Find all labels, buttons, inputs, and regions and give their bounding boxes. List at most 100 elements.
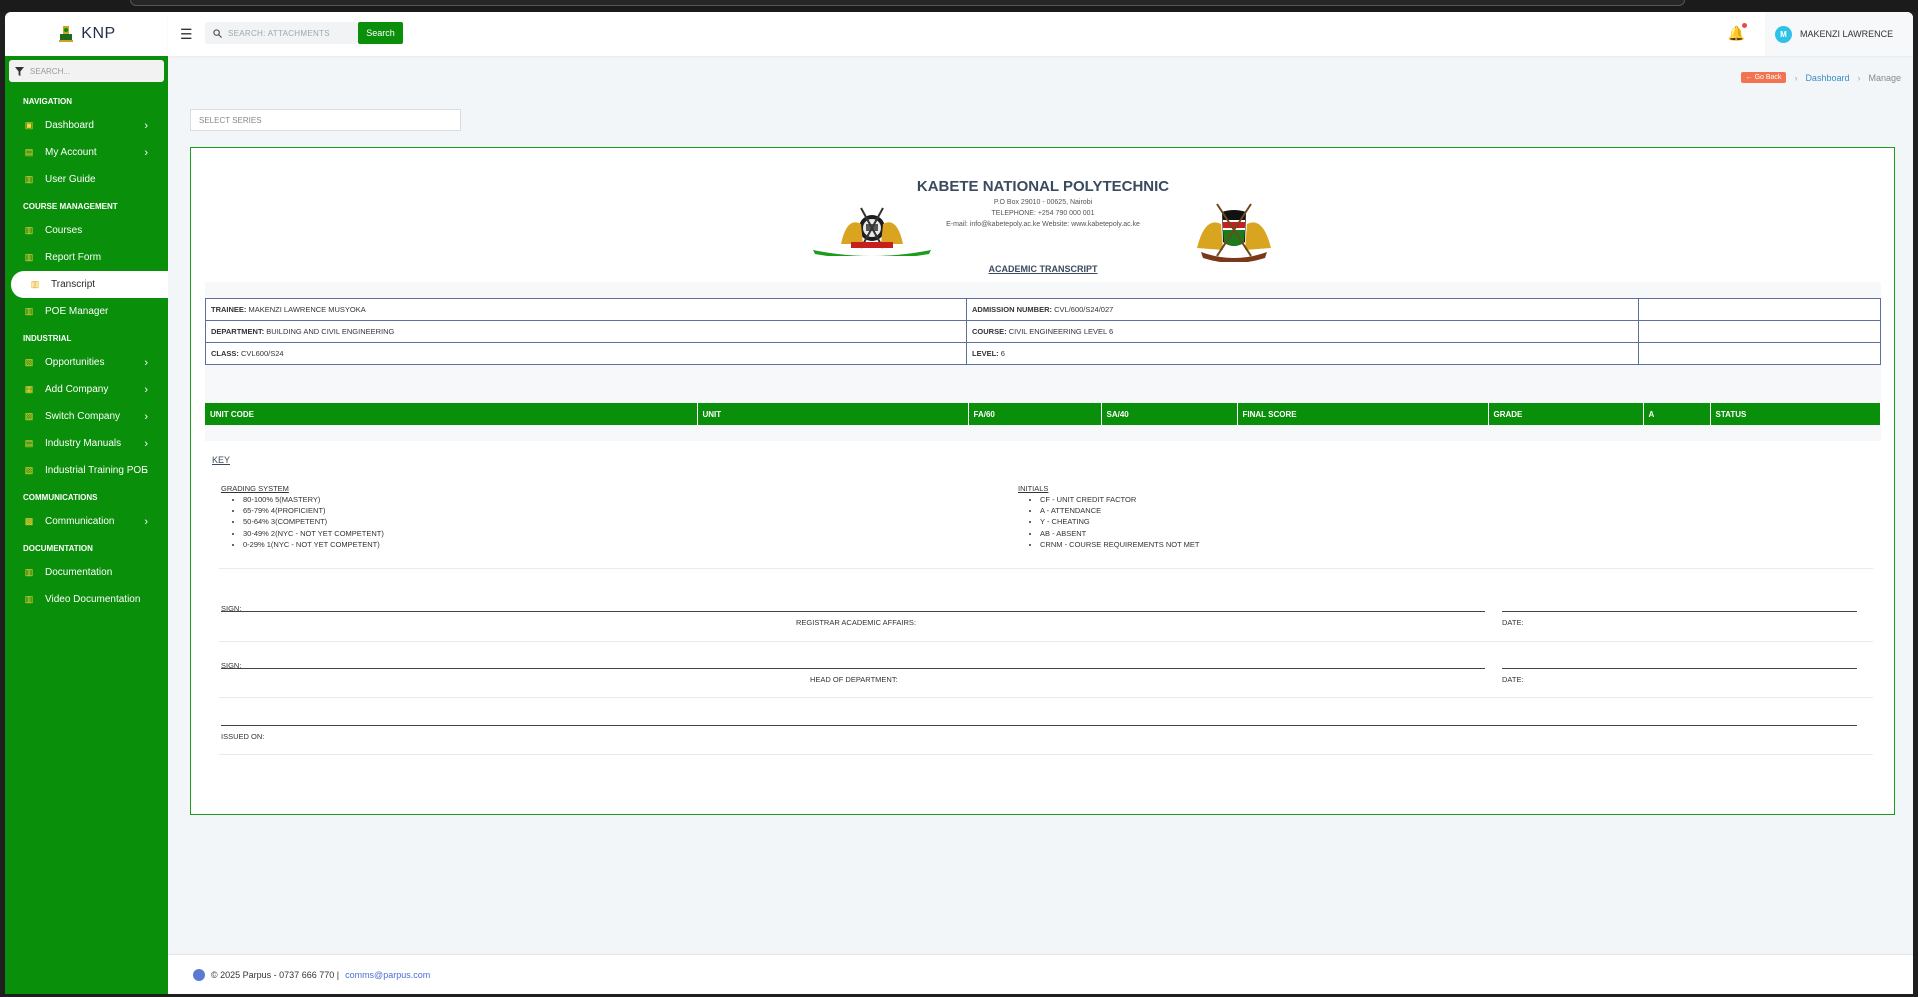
book-icon: ▤ — [24, 438, 34, 448]
edit-icon: ▧ — [24, 357, 34, 367]
header-search-input[interactable]: SEARCH: ATTACHMENTS — [205, 22, 358, 44]
table-row: CLASS: CVL600/S24 LEVEL: 6 — [205, 342, 1881, 365]
header-search-placeholder: SEARCH: ATTACHMENTS — [228, 28, 330, 38]
sidebar-item-video-documentation[interactable]: ▥ Video Documentation — [5, 586, 168, 613]
footer-email-link[interactable]: comms@parpus.com — [345, 970, 430, 980]
sidebar-section-title: COURSE MANAGEMENT — [23, 202, 118, 211]
issued-on-label: ISSUED ON: — [221, 732, 265, 741]
list-item: 65-79% 4(PROFICIENT) — [243, 505, 384, 516]
chevron-right-icon: › — [144, 119, 148, 132]
sidebar-item-dashboard[interactable]: ▣ Dashboard › — [5, 112, 168, 139]
hod-date-line — [1502, 668, 1857, 669]
empty-cell — [1638, 320, 1881, 343]
sidebar-item-label: Transcript — [51, 279, 96, 290]
knp-logo-icon — [59, 26, 74, 42]
units-table: UNIT CODE UNIT FA/60 SA/40 FINAL SCORE GRADE A… — [205, 403, 1881, 425]
empty-cell — [1638, 298, 1881, 321]
sidebar-item-my-account[interactable]: ▤ My Account › — [5, 139, 168, 166]
clipboard-icon: ▥ — [30, 279, 40, 289]
polytechnic-emblem-icon — [813, 207, 931, 256]
sidebar-item-label: Documentation — [45, 567, 113, 578]
footer: © 2025 Parpus - 0737 666 770 | comms@par… — [168, 954, 1913, 994]
sidebar-item-poe-manager[interactable]: ▥ POE Manager — [5, 298, 168, 325]
notification-bell-icon[interactable]: 🔔 — [1728, 23, 1747, 42]
search-button[interactable]: Search — [358, 22, 403, 44]
list-item: 80-100% 5(MASTERY) — [243, 494, 384, 505]
sidebar-search-input[interactable]: SEARCH... — [9, 60, 164, 82]
registrar-date-line — [1502, 611, 1857, 612]
chevron-right-icon: › — [144, 515, 148, 528]
initials-title: INITIALS — [1018, 484, 1049, 493]
clipboard-icon: ▥ — [24, 594, 34, 604]
sidebar-item-label: My Account — [45, 147, 97, 158]
message-icon: ▩ — [24, 516, 34, 526]
sidebar-item-switch-company[interactable]: ▨ Switch Company › — [5, 403, 168, 430]
building-icon: ▦ — [24, 384, 34, 394]
divider — [219, 641, 1873, 642]
breadcrumb-separator: › — [1857, 72, 1861, 83]
sidebar-item-label: Add Company — [45, 384, 109, 395]
sidebar: KNP SEARCH... NAVIGATION ▣ Dashboard › ▤ My A… — [5, 12, 168, 994]
sidebar-item-report-form[interactable]: ▥ Report Form — [5, 244, 168, 271]
breadcrumb-dashboard-link[interactable]: Dashboard — [1805, 73, 1849, 83]
sidebar-item-label: Dashboard — [45, 120, 94, 131]
sidebar-item-label: Industrial Training POE — [45, 465, 148, 476]
go-back-button[interactable]: ← Go Back — [1740, 72, 1787, 83]
department-cell: DEPARTMENT: BUILDING AND CIVIL ENGINEERI… — [205, 320, 967, 343]
kenya-coat-of-arms-icon — [1197, 203, 1271, 262]
admission-number-cell: ADMISSION NUMBER: CVL/600/S24/027 — [966, 298, 1639, 321]
column-header: SA/40 — [1101, 403, 1238, 425]
sidebar-item-documentation[interactable]: ▥ Documentation — [5, 559, 168, 586]
trainee-cell: TRAINEE: MAKENZI LAWRENCE MUSYOKA — [205, 298, 967, 321]
select-series-dropdown[interactable]: SELECT SERIES — [190, 109, 461, 131]
sidebar-item-transcript[interactable]: ▥ Transcript — [11, 271, 168, 298]
divider — [219, 697, 1873, 698]
registrar-signature-line — [221, 611, 1485, 612]
chevron-right-icon: › — [144, 410, 148, 423]
sidebar-item-user-guide[interactable]: ▥ User Guide — [5, 166, 168, 193]
level-cell: LEVEL: 6 — [966, 342, 1639, 365]
sidebar-item-courses[interactable]: ▥ Courses — [5, 217, 168, 244]
hod-signature-line — [221, 668, 1485, 669]
list-item: Y - CHEATING — [1040, 516, 1199, 527]
key-section: KEY GRADING SYSTEM 80-100% 5(MASTERY)65-… — [205, 441, 1881, 796]
sidebar-item-opportunities[interactable]: ▧ Opportunities › — [5, 349, 168, 376]
avatar: M — [1775, 25, 1792, 43]
grading-list: 80-100% 5(MASTERY)65-79% 4(PROFICIENT)50… — [243, 494, 384, 550]
filter-icon — [15, 66, 24, 76]
clipboard-icon: ▥ — [24, 252, 34, 262]
sidebar-item-communication[interactable]: ▩ Communication › — [5, 508, 168, 535]
brand[interactable]: KNP — [5, 12, 168, 56]
divider — [219, 568, 1873, 569]
list-item: A - ATTENDANCE — [1040, 505, 1199, 516]
key-title: KEY — [212, 455, 231, 465]
chevron-right-icon: › — [144, 437, 148, 450]
trainee-info-table: TRAINEE: MAKENZI LAWRENCE MUSYOKA ADMISS… — [205, 298, 1881, 365]
list-item: 0-29% 1(NYC - NOT YET COMPETENT) — [243, 539, 384, 550]
list-item: 30-49% 2(NYC - NOT YET COMPETENT) — [243, 528, 384, 539]
menu-toggle-icon[interactable]: ☰ — [180, 26, 193, 43]
sidebar-section-title: DOCUMENTATION — [23, 544, 93, 553]
top-header: ☰ SEARCH: ATTACHMENTS Search 🔔 M MAKENZI… — [168, 12, 1913, 56]
monitor-icon: ▣ — [24, 120, 34, 130]
user-menu[interactable]: M MAKENZI LAWRENCE — [1765, 12, 1913, 56]
registrar-label: REGISTRAR ACADEMIC AFFAIRS: — [796, 618, 917, 627]
clipboard-icon: ▥ — [24, 567, 34, 577]
column-header: A — [1643, 403, 1711, 425]
browser-top-bar — [0, 0, 1918, 12]
notification-dot — [1742, 23, 1747, 28]
switch-icon: ▨ — [24, 411, 34, 421]
sidebar-item-add-company[interactable]: ▦ Add Company › — [5, 376, 168, 403]
chevron-right-icon: › — [144, 146, 148, 159]
sidebar-item-label: Video Documentation — [45, 594, 141, 605]
issued-on-line — [221, 725, 1857, 726]
institution-name: KABETE NATIONAL POLYTECHNIC — [916, 178, 1170, 195]
sidebar-item-label: POE Manager — [45, 306, 109, 317]
sidebar-item-label: Report Form — [45, 252, 102, 263]
column-header: UNIT — [697, 403, 969, 425]
sidebar-item-label: Switch Company — [45, 411, 121, 422]
institution-telephone: TELEPHONE: +254 790 000 001 — [991, 210, 1095, 217]
sidebar-item-industrial-training-poe[interactable]: ▧ Industrial Training POE › — [5, 457, 168, 484]
breadcrumb: ← Go Back › Dashboard › Manage — [1740, 72, 1901, 83]
sidebar-item-industry-manuals[interactable]: ▤ Industry Manuals › — [5, 430, 168, 457]
